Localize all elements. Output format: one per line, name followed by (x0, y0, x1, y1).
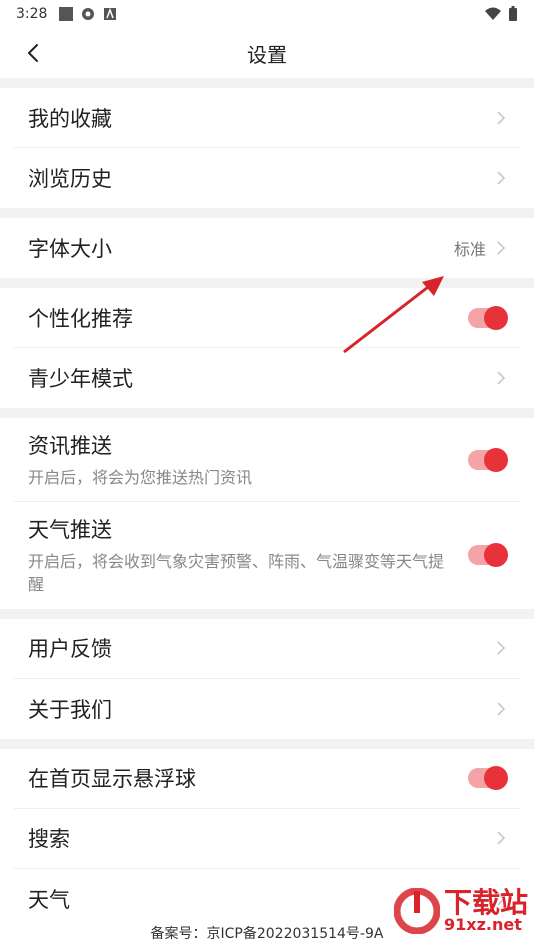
settings-row[interactable]: 天气推送开启后，将会收到气象灾害预警、阵雨、气温骤变等天气提醒 (14, 502, 520, 608)
chevron-right-icon (497, 171, 506, 185)
toggle-knob (484, 543, 508, 568)
settings-group: 资讯推送开启后，将会为您推送热门资讯天气推送开启后，将会收到气象灾害预警、阵雨、… (0, 418, 534, 609)
wifi-icon (485, 7, 501, 20)
settings-row-label: 浏览历史 (28, 167, 112, 191)
watermark-sub: 91xz.net (443, 915, 522, 934)
settings-row-label: 用户反馈 (28, 637, 112, 662)
settings-row[interactable]: 关于我们 (14, 679, 520, 739)
battery-icon (509, 6, 517, 21)
watermark: 下载站 91xz.net (393, 886, 528, 934)
page-title: 设置 (247, 42, 287, 67)
settings-row-label: 我的收藏 (28, 106, 112, 131)
settings-row-label: 天气推送 (28, 518, 112, 543)
settings-row[interactable]: 资讯推送开启后，将会为您推送热门资讯 (14, 418, 520, 503)
status-time: 3:28 (16, 6, 48, 22)
settings-row-value: 标准 (453, 240, 486, 259)
settings-group: 用户反馈 关于我们 (0, 618, 534, 739)
settings-group: 个性化推荐青少年模式 (0, 288, 534, 408)
settings-notification-icon (82, 8, 95, 20)
settings-row-label: 字体大小 (28, 237, 112, 261)
settings-row-label: 青少年模式 (28, 367, 133, 391)
chevron-right-icon (497, 831, 506, 845)
settings-group: 字体大小 标准 (0, 218, 534, 278)
chevron-right-icon (497, 701, 506, 716)
chevron-right-icon (497, 241, 506, 255)
settings-list: 我的收藏浏览历史字体大小 标准个性化推荐青少年模式资讯推送开启后，将会为您推送热门… (0, 88, 534, 929)
settings-row[interactable]: 搜索 (14, 809, 520, 869)
toggle-switch[interactable] (468, 766, 508, 791)
settings-row-label: 搜索 (28, 827, 70, 852)
settings-row-subtitle: 开启后，将会收到气象灾害预警、阵雨、气温骤变等天气提醒 (28, 552, 445, 595)
chevron-right-icon (497, 641, 506, 655)
settings-row[interactable]: 浏览历史 (14, 148, 520, 208)
settings-row-subtitle: 开启后，将会为您推送热门资讯 (28, 468, 253, 487)
toggle-knob (484, 305, 508, 330)
toggle-switch[interactable] (468, 447, 508, 472)
settings-row[interactable]: 个性化推荐 (14, 288, 520, 348)
toggle-switch[interactable] (468, 543, 508, 568)
settings-row[interactable]: 用户反馈 (14, 619, 520, 679)
back-arrow-icon[interactable] (22, 41, 46, 65)
watermark-logo-icon (393, 888, 440, 934)
settings-row-label: 关于我们 (28, 697, 112, 722)
settings-row[interactable]: 在首页显示悬浮球 (14, 749, 520, 809)
watermark-title: 下载站 (443, 886, 528, 919)
settings-row[interactable]: 我的收藏 (14, 88, 520, 148)
notification-square-icon (59, 7, 74, 21)
settings-group: 我的收藏 浏览历史 (0, 88, 534, 208)
settings-row[interactable]: 青少年模式 (14, 348, 520, 408)
toggle-knob (484, 447, 508, 472)
a-notification-icon (104, 7, 117, 20)
settings-row-label: 资讯推送 (28, 434, 112, 458)
settings-row-label: 个性化推荐 (28, 306, 133, 331)
header: 设置 (0, 28, 534, 78)
settings-row[interactable]: 字体大小 标准 (14, 218, 520, 278)
chevron-right-icon (497, 110, 506, 125)
footer-text: 备案号：京ICP备2022031514号-9A (150, 926, 384, 942)
status-bar: 3:28 (0, 0, 534, 28)
toggle-switch[interactable] (468, 305, 508, 330)
settings-row-label: 在首页显示悬浮球 (28, 767, 196, 792)
settings-row-label: 天气 (28, 887, 70, 912)
chevron-right-icon (497, 371, 506, 385)
toggle-knob (484, 766, 508, 791)
status-right (484, 6, 518, 22)
